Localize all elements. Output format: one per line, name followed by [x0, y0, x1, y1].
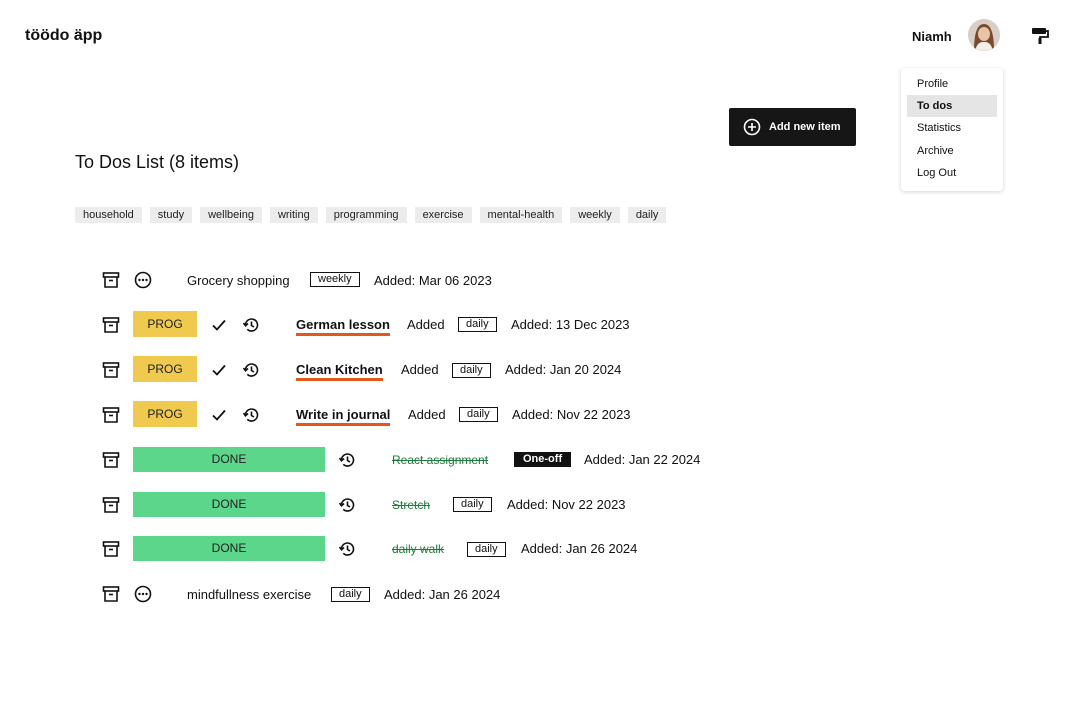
todo-name[interactable]: React assignment [392, 453, 488, 467]
tag-mental-health[interactable]: mental-health [479, 207, 563, 223]
todo-name[interactable]: Write in journal [296, 408, 391, 426]
archive-icon[interactable] [102, 496, 120, 514]
app-title[interactable]: töödo äpp [25, 27, 102, 45]
archive-icon[interactable] [102, 406, 120, 424]
menu-item-profile[interactable]: Profile [907, 73, 997, 95]
frequency-badge: daily [452, 363, 491, 378]
archive-icon[interactable] [102, 585, 120, 603]
tag-daily[interactable]: daily [627, 207, 667, 223]
frequency-badge: daily [331, 587, 370, 602]
todo-name[interactable]: Stretch [392, 498, 430, 512]
frequency-badge: daily [458, 317, 497, 332]
todo-name[interactable]: German lesson [296, 318, 390, 336]
todo-name[interactable]: mindfullness exercise [187, 587, 311, 602]
avatar[interactable] [968, 19, 1000, 51]
tag-weekly[interactable]: weekly [570, 207, 620, 223]
tag-filter-bar: household study wellbeing writing progra… [75, 207, 667, 223]
more-icon[interactable] [134, 271, 152, 289]
frequency-badge: daily [453, 497, 492, 512]
added-date: Added: Nov 22 2023 [507, 497, 626, 512]
plus-circle-icon [743, 118, 761, 136]
add-new-item-button[interactable]: Add new item [729, 108, 856, 146]
added-date: Added: 13 Dec 2023 [511, 317, 630, 332]
check-icon[interactable] [210, 316, 228, 334]
add-new-item-label: Add new item [769, 121, 841, 133]
archive-icon[interactable] [102, 451, 120, 469]
more-icon[interactable] [134, 585, 152, 603]
frequency-badge: One-off [514, 452, 572, 467]
menu-item-logout[interactable]: Log Out [907, 162, 997, 184]
added-date: Added: Nov 22 2023 [512, 407, 631, 422]
todo-name[interactable]: daily walk [392, 542, 444, 556]
frequency-badge: daily [467, 542, 506, 557]
tag-exercise[interactable]: exercise [414, 207, 472, 223]
page-title: To Dos List (8 items) [75, 152, 240, 172]
todo-name[interactable]: Clean Kitchen [296, 363, 383, 381]
status-badge[interactable]: PROG [133, 356, 197, 382]
check-icon[interactable] [210, 361, 228, 379]
state-text: Added [408, 407, 446, 422]
state-text: Added [401, 362, 439, 377]
added-date: Added: Jan 22 2024 [584, 452, 701, 467]
user-menu: Profile To dos Statistics Archive Log Ou… [901, 68, 1003, 191]
frequency-badge: daily [459, 407, 498, 422]
frequency-badge: weekly [310, 272, 360, 287]
tag-programming[interactable]: programming [325, 207, 407, 223]
added-date: Added: Jan 20 2024 [505, 362, 622, 377]
archive-icon[interactable] [102, 540, 120, 558]
tag-writing[interactable]: writing [269, 207, 318, 223]
history-icon[interactable] [338, 496, 356, 514]
status-badge[interactable]: PROG [133, 311, 197, 337]
history-icon[interactable] [338, 451, 356, 469]
paint-roller-icon[interactable] [1031, 27, 1049, 45]
menu-item-todos[interactable]: To dos [907, 95, 997, 117]
history-icon[interactable] [242, 361, 260, 379]
tag-wellbeing[interactable]: wellbeing [200, 207, 262, 223]
status-badge[interactable]: DONE [133, 447, 325, 472]
status-badge[interactable]: DONE [133, 536, 325, 561]
added-date: Added: Mar 06 2023 [374, 273, 492, 288]
status-badge[interactable]: PROG [133, 401, 197, 427]
state-text: Added [407, 317, 445, 332]
tag-study[interactable]: study [149, 207, 193, 223]
check-icon[interactable] [210, 406, 228, 424]
history-icon[interactable] [242, 406, 260, 424]
menu-item-statistics[interactable]: Statistics [907, 117, 997, 139]
menu-item-archive[interactable]: Archive [907, 140, 997, 162]
archive-icon[interactable] [102, 361, 120, 379]
added-date: Added: Jan 26 2024 [521, 541, 638, 556]
added-date: Added: Jan 26 2024 [384, 587, 501, 602]
avatar-image [968, 19, 1000, 51]
history-icon[interactable] [338, 540, 356, 558]
todo-name[interactable]: Grocery shopping [187, 273, 290, 288]
user-name[interactable]: Niamh [912, 29, 952, 44]
history-icon[interactable] [242, 316, 260, 334]
archive-icon[interactable] [102, 271, 120, 289]
tag-household[interactable]: household [75, 207, 142, 223]
archive-icon[interactable] [102, 316, 120, 334]
status-badge[interactable]: DONE [133, 492, 325, 517]
